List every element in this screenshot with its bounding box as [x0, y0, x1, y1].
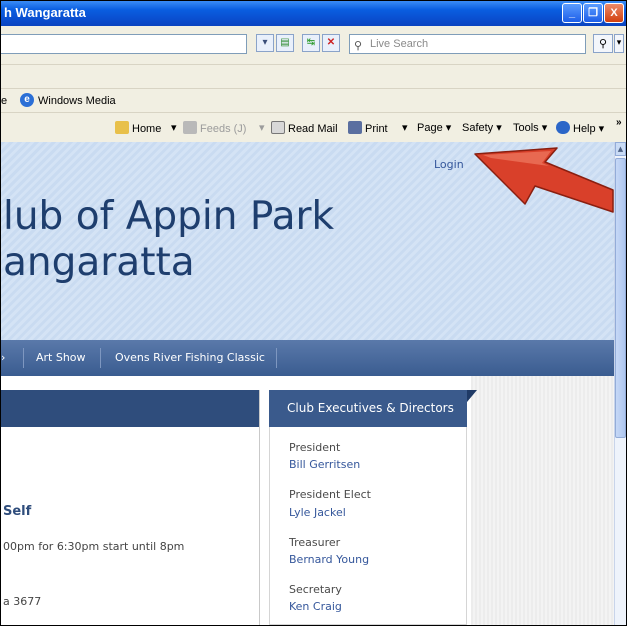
help-icon: [556, 121, 570, 134]
links-bar: e e Windows Media: [1, 88, 626, 113]
event-address: a 3677: [3, 595, 42, 608]
executive-role: Treasurer: [289, 536, 341, 549]
executives-heading: Club Executives & Directors: [269, 390, 467, 427]
print-label: Print: [365, 123, 388, 135]
feeds-icon: [183, 121, 197, 134]
feeds-label: Feeds (J): [200, 123, 247, 135]
page-body: Self 00pm for 6:30pm start until 8pm a 3…: [1, 376, 614, 625]
window-title: h Wangaratta: [4, 5, 86, 20]
home-button[interactable]: Home: [115, 121, 161, 135]
search-icon: ⚲: [354, 40, 363, 52]
scroll-up-icon[interactable]: ▲: [615, 142, 626, 156]
address-field[interactable]: [1, 34, 247, 54]
print-button[interactable]: Print: [348, 121, 388, 135]
maximize-button[interactable]: ❐: [583, 3, 603, 23]
read-mail-button[interactable]: Read Mail: [271, 121, 338, 135]
minimize-button[interactable]: _: [562, 3, 582, 23]
safety-label: Safety: [462, 122, 494, 134]
feeds-button[interactable]: Feeds (J): [183, 121, 246, 135]
executive-name-link[interactable]: Lyle Jackel: [289, 506, 346, 519]
content-area: Self 00pm for 6:30pm start until 8pm a 3…: [1, 376, 477, 625]
nav-divider: [276, 348, 277, 368]
close-button[interactable]: X: [604, 3, 624, 23]
site-header: Login lub of Appin Park angaratta: [1, 142, 614, 340]
tools-label: Tools: [513, 122, 539, 134]
executive-role: President Elect: [289, 488, 371, 501]
login-link[interactable]: Login: [434, 158, 464, 171]
home-dropdown-icon[interactable]: ▾: [171, 121, 177, 134]
links-item-truncated[interactable]: e: [1, 95, 7, 107]
search-options-icon[interactable]: ▾: [614, 34, 624, 53]
page-label: Page: [417, 122, 443, 134]
read-mail-label: Read Mail: [288, 123, 338, 135]
executive-name-link[interactable]: Bill Gerritsen: [289, 458, 360, 471]
title-bar: h Wangaratta _ ❐ X: [1, 1, 626, 26]
address-dropdown-button[interactable]: ▾: [256, 34, 274, 52]
nav-item-truncated[interactable]: ›: [1, 351, 5, 364]
annotation-arrow: [474, 147, 614, 213]
scroll-thumb[interactable]: [615, 158, 626, 438]
page-menu[interactable]: Page ▾: [417, 121, 451, 134]
search-input[interactable]: ⚲ Live Search: [349, 34, 586, 54]
address-row: ▾ ▤ ↹ ✕ ⚲ Live Search ⚲ ▾: [1, 26, 626, 64]
nav-divider: [23, 348, 24, 368]
executive-role: President: [289, 441, 341, 454]
search-go-icon[interactable]: ⚲: [593, 34, 613, 53]
heading-notch: [467, 390, 477, 402]
menu-bar: [1, 64, 626, 89]
stop-icon[interactable]: ✕: [322, 34, 340, 52]
vertical-scrollbar[interactable]: ▲: [614, 142, 626, 625]
search-placeholder: Live Search: [370, 38, 429, 50]
help-label: Help: [573, 123, 596, 135]
site-title: lub of Appin Park angaratta: [3, 194, 334, 286]
home-icon: [115, 121, 129, 134]
links-item-windows-media[interactable]: Windows Media: [38, 95, 116, 107]
command-bar: Home ▾ Feeds (J) ▾ Read Mail Print ▾ Pag…: [1, 112, 626, 143]
printer-icon: [348, 121, 362, 134]
refresh-icon[interactable]: ↹: [302, 34, 320, 52]
ie-icon: e: [20, 93, 34, 107]
event-card-header: [1, 390, 259, 427]
site-title-line-1: lub of Appin Park: [3, 194, 335, 239]
safety-menu[interactable]: Safety ▾: [462, 121, 502, 134]
feeds-dropdown-icon[interactable]: ▾: [259, 121, 265, 134]
more-commands-chevron[interactable]: »: [616, 117, 622, 128]
site-nav: › Art Show Ovens River Fishing Classic: [1, 340, 614, 376]
nav-item-fishing-classic[interactable]: Ovens River Fishing Classic: [115, 351, 265, 364]
event-title[interactable]: Self: [3, 504, 31, 519]
site-title-line-2: angaratta: [3, 240, 195, 285]
page-content: Login lub of Appin Park angaratta › Art …: [1, 142, 614, 625]
tools-menu[interactable]: Tools ▾: [513, 121, 547, 134]
executive-role: Secretary: [289, 583, 342, 596]
help-menu[interactable]: Help ▾: [556, 121, 604, 135]
nav-item-art-show[interactable]: Art Show: [36, 351, 86, 364]
executive-name-link[interactable]: Ken Craig: [289, 600, 342, 613]
browser-window: h Wangaratta _ ❐ X ▾ ▤ ↹ ✕ ⚲ Live Search…: [0, 0, 627, 626]
mail-icon: [271, 121, 285, 134]
executives-panel: Club Executives & Directors President Bi…: [269, 390, 477, 625]
executive-name-link[interactable]: Bernard Young: [289, 553, 369, 566]
event-time: 00pm for 6:30pm start until 8pm: [3, 540, 185, 553]
event-card: Self 00pm for 6:30pm start until 8pm a 3…: [1, 390, 260, 625]
home-label: Home: [132, 123, 162, 135]
compatibility-icon[interactable]: ▤: [276, 34, 294, 52]
nav-divider: [100, 348, 101, 368]
print-dropdown-icon[interactable]: ▾: [402, 121, 408, 134]
